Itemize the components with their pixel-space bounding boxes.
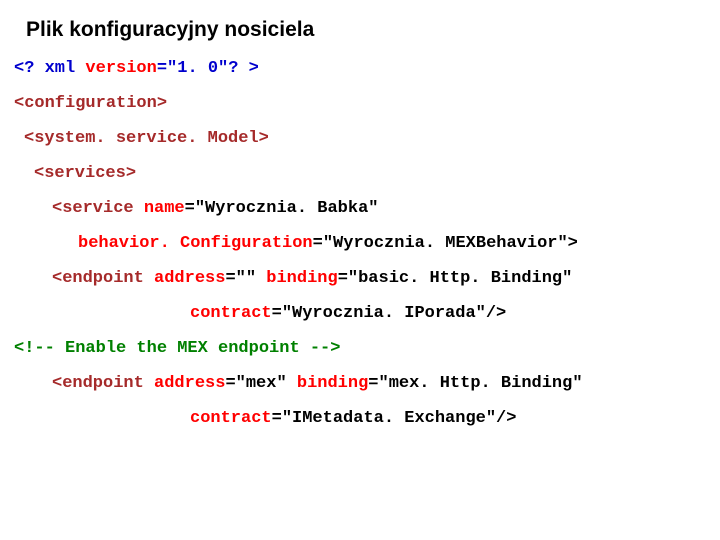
code-line: <endpoint address="mex" binding="mex. Ht… xyxy=(52,375,706,392)
xml-value: ="basic. Http. Binding" xyxy=(338,269,573,288)
code-line: contract="Wyrocznia. IPorada"/> xyxy=(190,305,706,322)
xml-value: ="Wyrocznia. Babka" xyxy=(185,199,379,218)
xml-tag: <service xyxy=(52,199,144,218)
xml-value: ="Wyrocznia. MEXBehavior"> xyxy=(313,234,578,253)
xml-keyword: <? xml xyxy=(14,59,85,78)
xml-tag: <configuration> xyxy=(14,94,167,113)
xml-attr: binding xyxy=(266,269,337,288)
xml-attr: name xyxy=(144,199,185,218)
xml-attr: contract xyxy=(190,409,272,428)
xml-tag: <system. service. Model> xyxy=(24,129,269,148)
xml-attr: contract xyxy=(190,304,272,323)
xml-tag: <services> xyxy=(34,164,136,183)
xml-value: ="Wyrocznia. IPorada"/> xyxy=(272,304,507,323)
xml-attr: address xyxy=(154,269,225,288)
code-line: contract="IMetadata. Exchange"/> xyxy=(190,410,706,427)
xml-value: ="IMetadata. Exchange"/> xyxy=(272,409,517,428)
xml-value: ="mex" xyxy=(225,374,296,393)
xml-comment: <!-- Enable the MEX endpoint --> xyxy=(14,339,340,358)
xml-tag: <endpoint xyxy=(52,374,154,393)
xml-attr: version xyxy=(85,59,156,78)
code-line: <system. service. Model> xyxy=(24,130,706,147)
slide-title: Plik konfiguracyjny nosiciela xyxy=(26,18,706,42)
xml-attr: address xyxy=(154,374,225,393)
code-line: <services> xyxy=(34,165,706,182)
xml-value: ="mex. Http. Binding" xyxy=(368,374,582,393)
xml-tag: <endpoint xyxy=(52,269,154,288)
code-line: behavior. Configuration="Wyrocznia. MEXB… xyxy=(78,235,706,252)
code-line: <? xml version="1. 0"? > xyxy=(14,60,706,77)
xml-keyword: ="1. 0"? > xyxy=(157,59,259,78)
code-line: <configuration> xyxy=(14,95,706,112)
code-line: <service name="Wyrocznia. Babka" xyxy=(52,200,706,217)
xml-attr: behavior. Configuration xyxy=(78,234,313,253)
code-line: <endpoint address="" binding="basic. Htt… xyxy=(52,270,706,287)
code-block: <? xml version="1. 0"? > <configuration>… xyxy=(14,60,706,427)
code-line: <!-- Enable the MEX endpoint --> xyxy=(14,340,706,357)
xml-value: ="" xyxy=(225,269,266,288)
xml-attr: binding xyxy=(297,374,368,393)
